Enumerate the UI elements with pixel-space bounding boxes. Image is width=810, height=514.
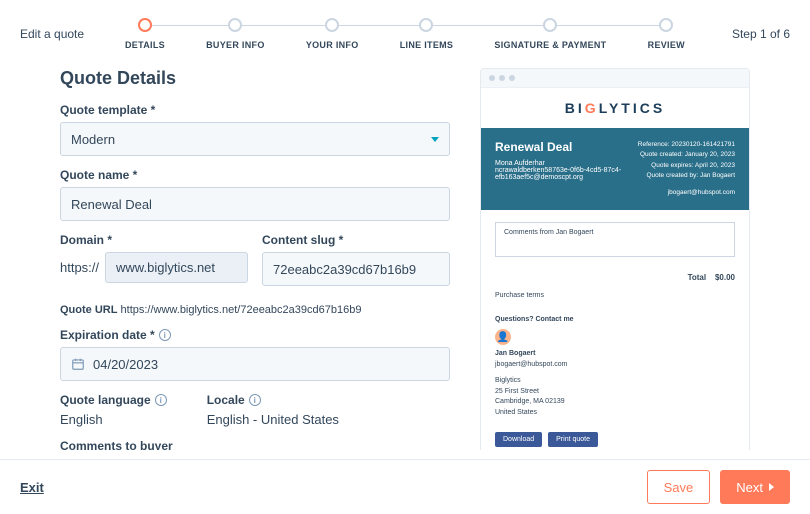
step-circle (419, 18, 433, 32)
template-value: Modern (71, 132, 115, 147)
step-label: SIGNATURE & PAYMENT (494, 40, 606, 50)
step-review[interactable]: REVIEW (648, 18, 685, 50)
language-label: Quote language i (60, 393, 167, 407)
step-circle (543, 18, 557, 32)
step-label: BUYER INFO (206, 40, 265, 50)
comments-label: Comments to buyer (60, 439, 450, 450)
info-icon[interactable]: i (155, 394, 167, 406)
step-label: REVIEW (648, 40, 685, 50)
step-circle (228, 18, 242, 32)
page-title: Edit a quote (20, 27, 115, 41)
step-signature-payment[interactable]: SIGNATURE & PAYMENT (494, 18, 606, 50)
step-line-items[interactable]: LINE ITEMS (400, 18, 454, 50)
domain-label: Domain * (60, 233, 248, 247)
step-circle (659, 18, 673, 32)
quote-preview: BIGLYTICS Renewal Deal Mona Aufderhar nc… (480, 68, 750, 450)
step-label: LINE ITEMS (400, 40, 454, 50)
info-icon[interactable]: i (159, 329, 171, 341)
template-select[interactable]: Modern (60, 122, 450, 156)
exit-link[interactable]: Exit (20, 480, 44, 495)
arrow-right-icon (769, 483, 774, 491)
template-label: Quote template * (60, 103, 450, 117)
domain-input[interactable]: www.biglytics.net (105, 252, 248, 283)
next-button[interactable]: Next (720, 470, 790, 504)
chevron-down-icon (431, 137, 439, 142)
language-value[interactable]: English (60, 412, 167, 427)
step-circle (325, 18, 339, 32)
preview-download-button: Download (495, 432, 542, 447)
step-indicator: Step 1 of 6 (695, 27, 790, 41)
save-button[interactable]: Save (647, 470, 711, 504)
step-details[interactable]: DETAILS (125, 18, 165, 50)
slug-label: Content slug * (262, 233, 450, 247)
locale-label: Locale i (207, 393, 339, 407)
quote-name-label: Quote name * (60, 168, 450, 182)
preview-print-button: Print quote (548, 432, 598, 447)
step-buyer-info[interactable]: BUYER INFO (206, 18, 265, 50)
step-circle (138, 18, 152, 32)
step-progress: DETAILS BUYER INFO YOUR INFO LINE ITEMS SIGN… (115, 18, 695, 50)
preview-logo: BIGLYTICS (481, 88, 749, 128)
slug-input[interactable]: 72eeabc2a39cd67b16b9 (262, 252, 450, 286)
step-label: DETAILS (125, 40, 165, 50)
quote-url: Quote URL https://www.biglytics.net/72ee… (60, 304, 450, 316)
section-heading: Quote Details (60, 68, 450, 89)
domain-prefix: https:// (60, 260, 99, 275)
browser-controls (481, 69, 749, 88)
preview-deal-title: Renewal Deal (495, 140, 621, 154)
step-your-info[interactable]: YOUR INFO (306, 18, 359, 50)
preview-comments: Comments from Jan Bogaert (495, 222, 735, 257)
expiration-input[interactable]: 04/20/2023 (60, 347, 450, 381)
step-label: YOUR INFO (306, 40, 359, 50)
info-icon[interactable]: i (249, 394, 261, 406)
calendar-icon (71, 357, 85, 371)
avatar-icon: 👤 (495, 329, 511, 345)
expiration-label: Expiration date * i (60, 328, 450, 342)
quote-name-input[interactable]: Renewal Deal (60, 187, 450, 221)
locale-value[interactable]: English - United States (207, 412, 339, 427)
